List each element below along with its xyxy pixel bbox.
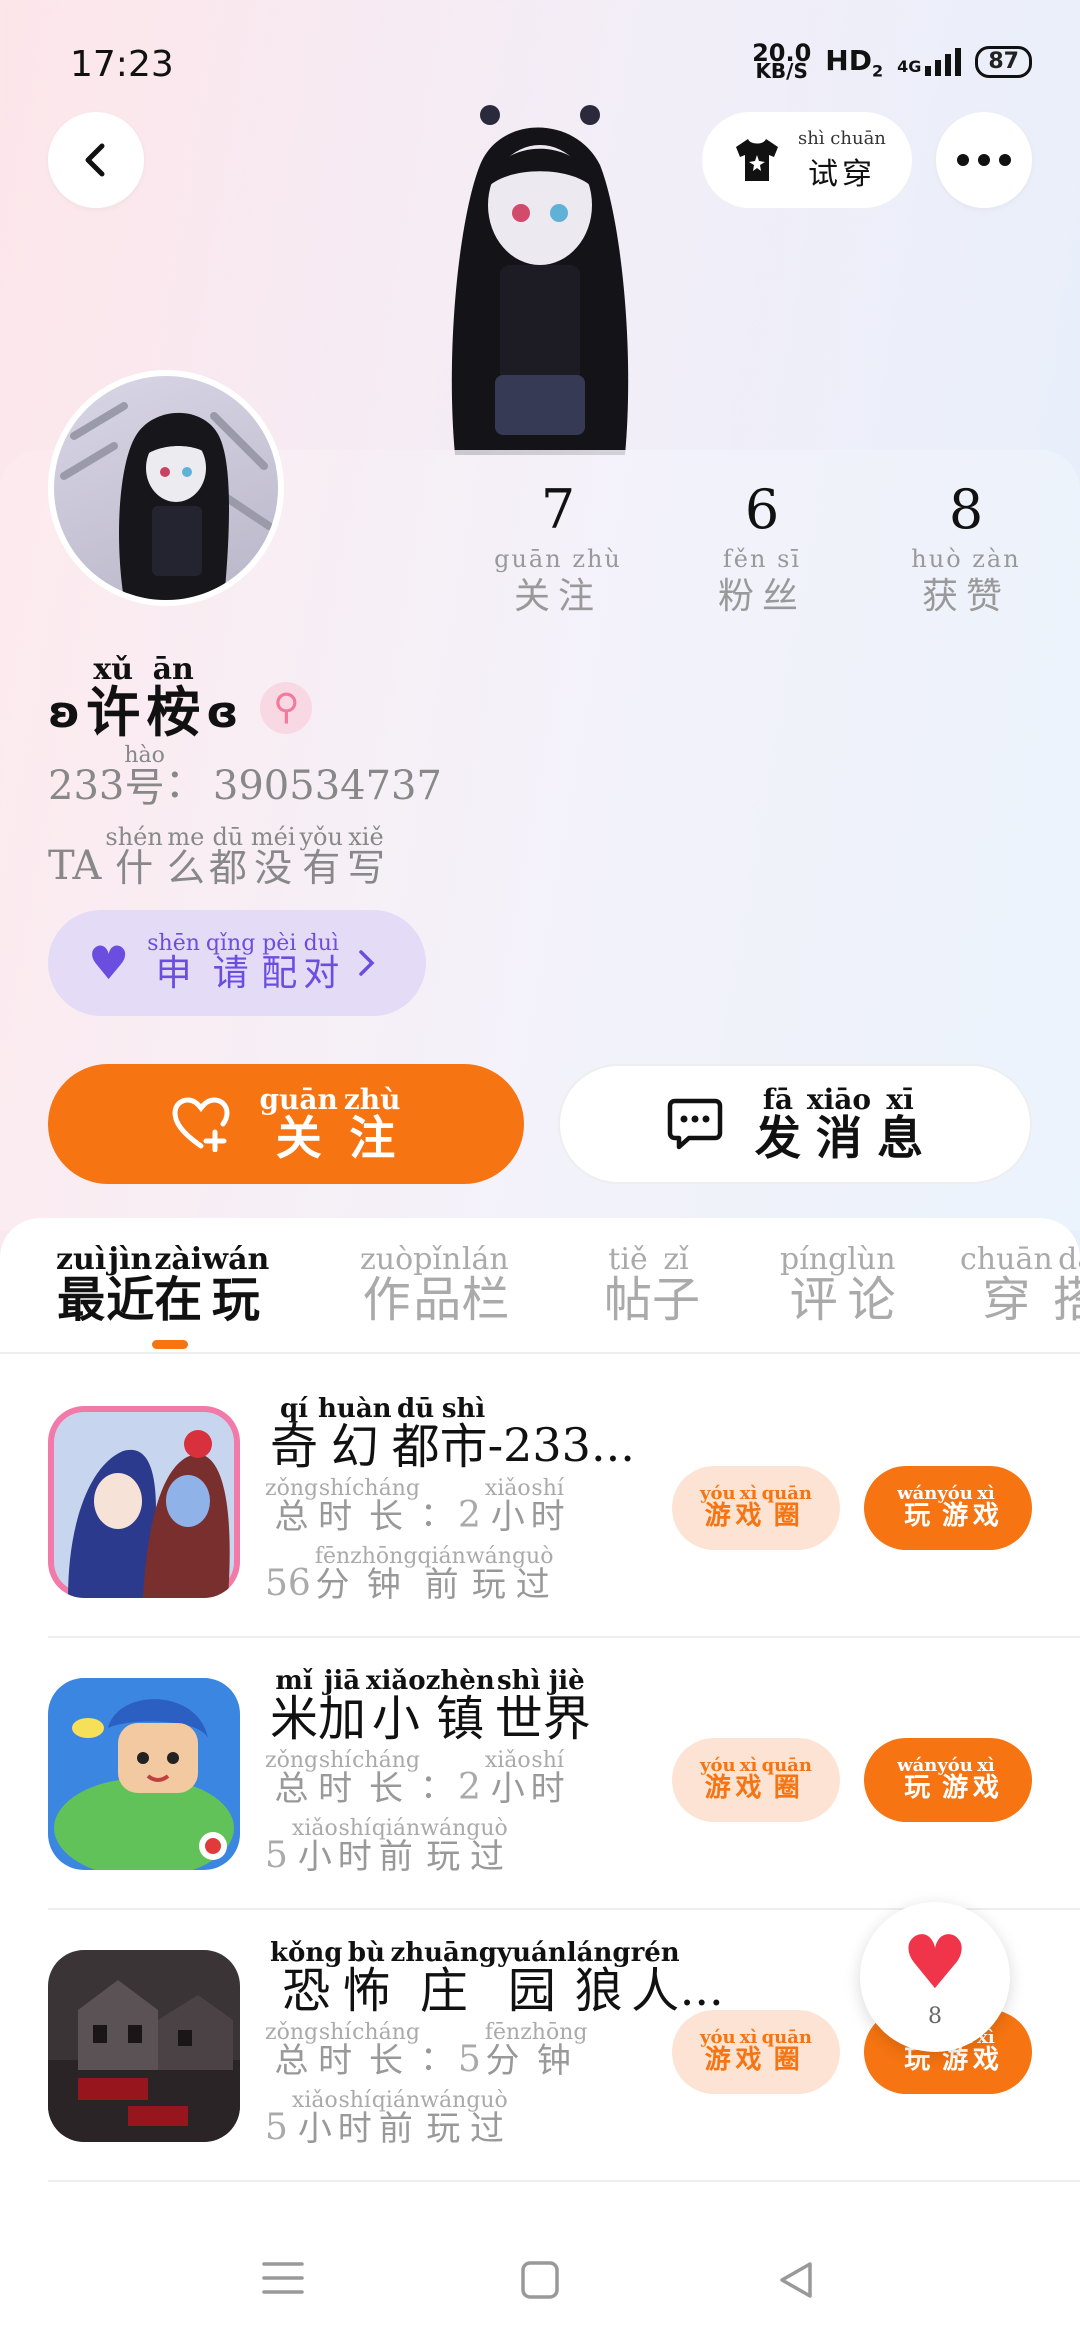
character-figure (451, 105, 629, 455)
last-played: 5 xiǎo 小 shí 时 qián 前 wán 玩 guò 过 (265, 2088, 508, 2149)
tshirt-icon (736, 139, 778, 181)
tab-posts[interactable]: tiě 帖 zǐ 子 (604, 1245, 700, 1326)
signal-icon: 4G (897, 48, 962, 77)
tab-works[interactable]: zuò 作 pǐn 品 lán 栏 (360, 1245, 509, 1326)
home-square-icon[interactable] (520, 2260, 560, 2300)
floating-like-button[interactable]: ♥ 8 (860, 1902, 1010, 2052)
avatar[interactable] (48, 370, 284, 606)
play-duration: zǒng 总 shí 时 cháng 长 ： 5 fēn 分 zhōng 钟 (265, 2020, 588, 2081)
follow-button[interactable]: guān 关 zhù 注 (48, 1064, 524, 1184)
game-circle-button[interactable]: yóu 游 xì 戏 quān 圈 (672, 2010, 840, 2094)
try-on-button[interactable]: shì chuān 试穿 (702, 112, 912, 208)
last-played: 5 xiǎo 小 shí 时 qián 前 wán 玩 guò 过 (265, 1816, 508, 1877)
stat-following[interactable]: 7 guān zhù 关注 (458, 478, 658, 619)
game-circle-button[interactable]: yóu 游 xì 戏 quān 圈 (672, 1466, 840, 1550)
menu-icon[interactable] (262, 2260, 304, 2296)
game-row[interactable]: mǐ 米 jiā 加 xiǎo 小 zhèn 镇 shì 世 jiè 界 zǒng 总 shí… (0, 1638, 1080, 1910)
game-icon-fantasy-city[interactable] (48, 1406, 240, 1598)
user-id-value: 390534737 (212, 763, 442, 809)
game-icon-miga-town[interactable] (48, 1678, 240, 1870)
row-divider (48, 2180, 1080, 2182)
bio-text: TA shén 什 me 么 dū 都 méi 没 yǒu 有 xiě 写 (48, 823, 385, 890)
tab-outfits[interactable]: chuān穿 dā搭 (960, 1245, 1080, 1326)
game-title: qí 奇 huàn 幻 dū 都 shì 市 -233... (270, 1394, 635, 1475)
game-title: mǐ 米 jiā 加 xiǎo 小 zhèn 镇 shì 世 jiè 界 (270, 1666, 591, 1747)
avatar-image (60, 402, 273, 600)
double-heart-icon: ♥ (88, 936, 130, 990)
chevron-right-icon (359, 950, 375, 976)
user-id-line[interactable]: 233 hào 号 ： 390534737 (48, 745, 442, 810)
game-circle-button[interactable]: yóu 游 xì 戏 quān 圈 (672, 1738, 840, 1822)
status-indicators: 20.0 KB/S HD2 4G 87 (752, 39, 1032, 84)
apply-pair-label: shēn 申 qǐng 请 pèi 配 duì 对 (147, 931, 340, 995)
heart-plus-icon (172, 1097, 230, 1152)
more-dots-icon (957, 154, 1011, 166)
tab-recently-played[interactable]: zuì 最 jìn 近 zài 在 wán 玩 (56, 1245, 269, 1326)
battery-icon: 87 (975, 46, 1032, 79)
game-icon-horror-manor[interactable] (48, 1950, 240, 2142)
send-message-button[interactable]: fā 发 xiāo 消 xī 息 (558, 1064, 1032, 1184)
system-nav-bar (0, 2200, 1080, 2340)
play-duration: zǒng 总 shí 时 cháng 长 ： 2 xiǎo 小 shí 时 (265, 1476, 565, 1537)
send-message-label: fā 发 xiāo 消 xī 息 (754, 1082, 924, 1165)
chat-bubble-icon (667, 1098, 723, 1150)
net-speed: 20.0 KB/S (752, 39, 812, 84)
play-game-button[interactable]: wán玩 yóu游 xì戏 (864, 1738, 1032, 1822)
back-triangle-icon[interactable] (776, 2260, 816, 2300)
game-row[interactable]: qí 奇 huàn 幻 dū 都 shì 市 -233... zǒng 总 shí 时 ch… (0, 1366, 1080, 1638)
apply-pair-button[interactable]: ♥ shēn 申 qǐng 请 pèi 配 duì 对 (48, 910, 426, 1016)
game-title: kǒng 恐 bù 怖 zhuāng 庄 yuán 园 láng 狼 rén 人 ... (270, 1938, 724, 2019)
active-tab-indicator (152, 1340, 188, 1349)
more-button[interactable] (936, 112, 1032, 208)
last-played: 56 fēn 分 zhōng 钟 qián 前 wán 玩 guò 过 (265, 1544, 554, 1605)
stat-fans[interactable]: 6 fěn sī 粉丝 (662, 478, 862, 619)
status-time: 17:23 (70, 44, 174, 85)
like-count: 8 (928, 2003, 942, 2029)
try-on-label: shì chuān 试穿 (798, 127, 886, 192)
play-game-button[interactable]: wán玩 yóu游 xì戏 (864, 1466, 1032, 1550)
stat-likes[interactable]: 8 huò zàn 获赞 (866, 478, 1066, 619)
back-arrow-icon (85, 143, 105, 177)
heart-icon: ♥ (901, 1919, 969, 2006)
hd-indicator: HD2 (825, 44, 884, 81)
tab-divider (0, 1352, 1080, 1354)
tab-comments[interactable]: píng 评 lùn 论 (780, 1245, 896, 1326)
back-button[interactable] (48, 112, 144, 208)
play-duration: zǒng 总 shí 时 cháng 长 ： 2 xiǎo 小 shí 时 (265, 1748, 565, 1809)
username: ʚ xǔ 许 ān 桉 ɞ ⚲ (48, 655, 313, 742)
female-gender-icon: ⚲ (260, 681, 313, 734)
follow-label: guān 关 zhù 注 (259, 1082, 401, 1165)
